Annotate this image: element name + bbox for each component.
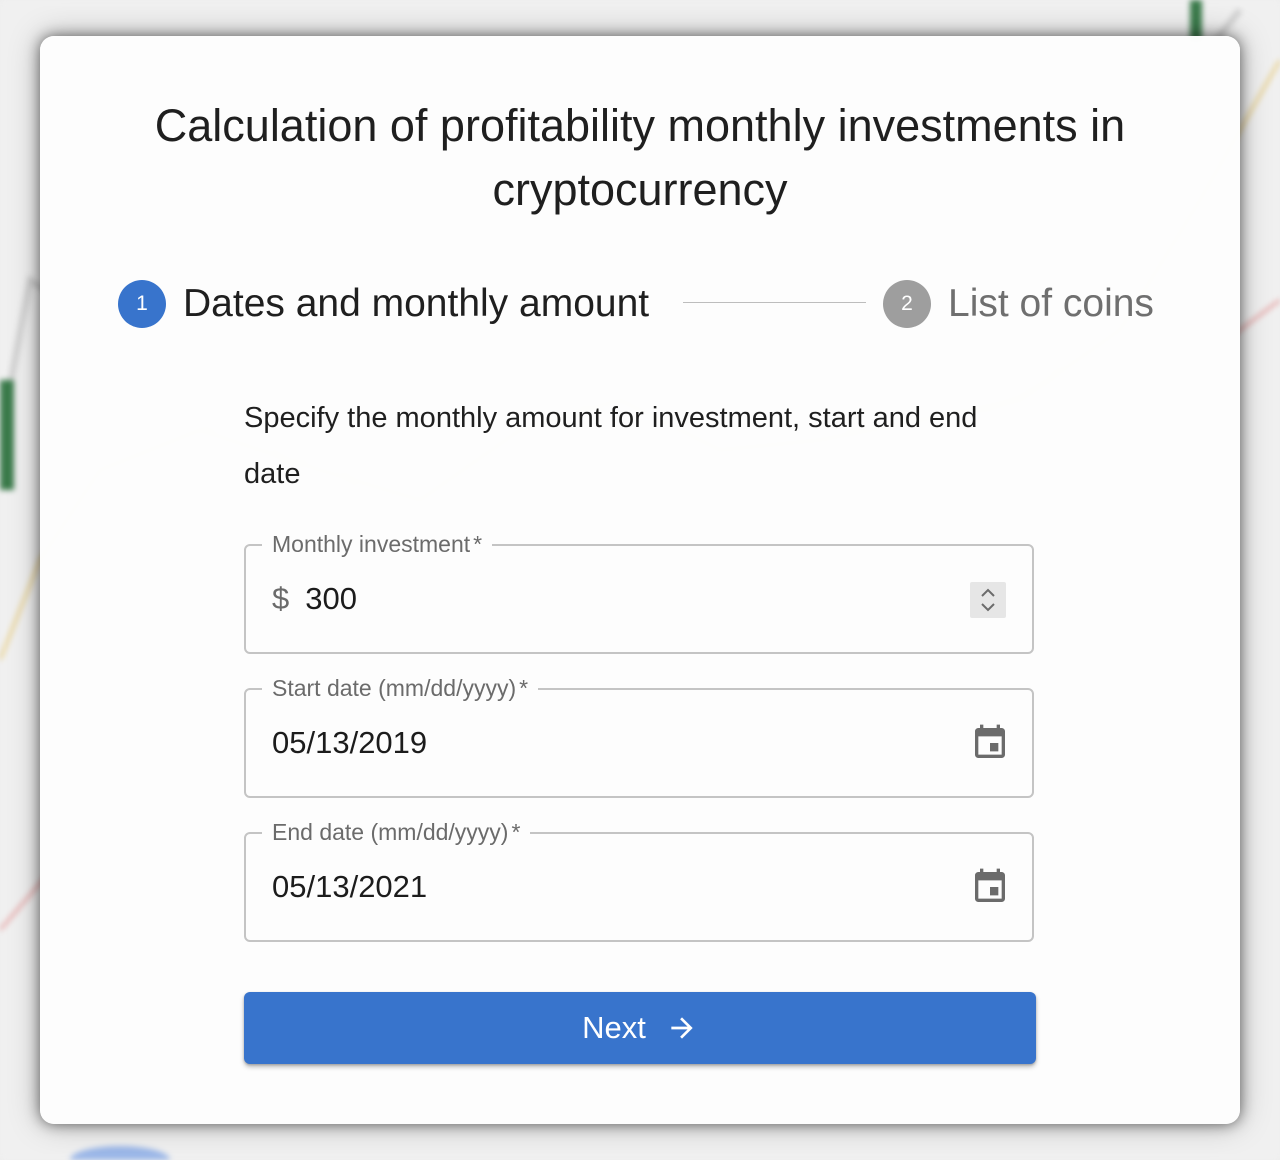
step-label: List of coins — [948, 282, 1154, 325]
start-date-input[interactable]: 05/13/2019 — [272, 690, 427, 796]
step-number-badge: 2 — [883, 280, 931, 328]
currency-symbol: $ — [272, 581, 290, 616]
required-mark: * — [519, 675, 529, 701]
spinner-arrows-icon[interactable] — [970, 582, 1006, 618]
monthly-investment-value[interactable]: 300 — [305, 581, 357, 617]
monthly-investment-input[interactable]: $ 300 — [272, 546, 357, 652]
next-button-label: Next — [582, 1010, 646, 1045]
arrow-right-icon — [671, 1017, 693, 1039]
next-button[interactable]: Next — [244, 992, 1036, 1064]
required-mark: * — [511, 819, 521, 845]
form-description: Specify the monthly amount for investmen… — [244, 402, 978, 490]
step-label: Dates and monthly amount — [183, 282, 650, 325]
start-date-field[interactable]: Start date (mm/dd/yyyy) * 05/13/2019 — [244, 673, 1034, 798]
calendar-icon[interactable] — [970, 867, 1010, 907]
end-date-field[interactable]: End date (mm/dd/yyyy) * 05/13/2021 — [244, 817, 1034, 942]
step-connector — [683, 302, 866, 303]
step-list-of-coins[interactable]: 2 List of coins — [883, 280, 1154, 328]
calendar-icon[interactable] — [970, 723, 1010, 763]
page-title: Calculation of profitability monthly inv… — [154, 100, 1126, 215]
monthly-investment-field[interactable]: Monthly investment * $ 300 — [244, 529, 1034, 654]
required-mark: * — [473, 531, 483, 557]
step-number-badge: 1 — [118, 280, 166, 328]
step-dates-and-amount[interactable]: 1 Dates and monthly amount — [118, 280, 649, 328]
end-date-input[interactable]: 05/13/2021 — [272, 834, 427, 940]
calculator-card: Calculation of profitability monthly inv… — [40, 36, 1240, 1124]
